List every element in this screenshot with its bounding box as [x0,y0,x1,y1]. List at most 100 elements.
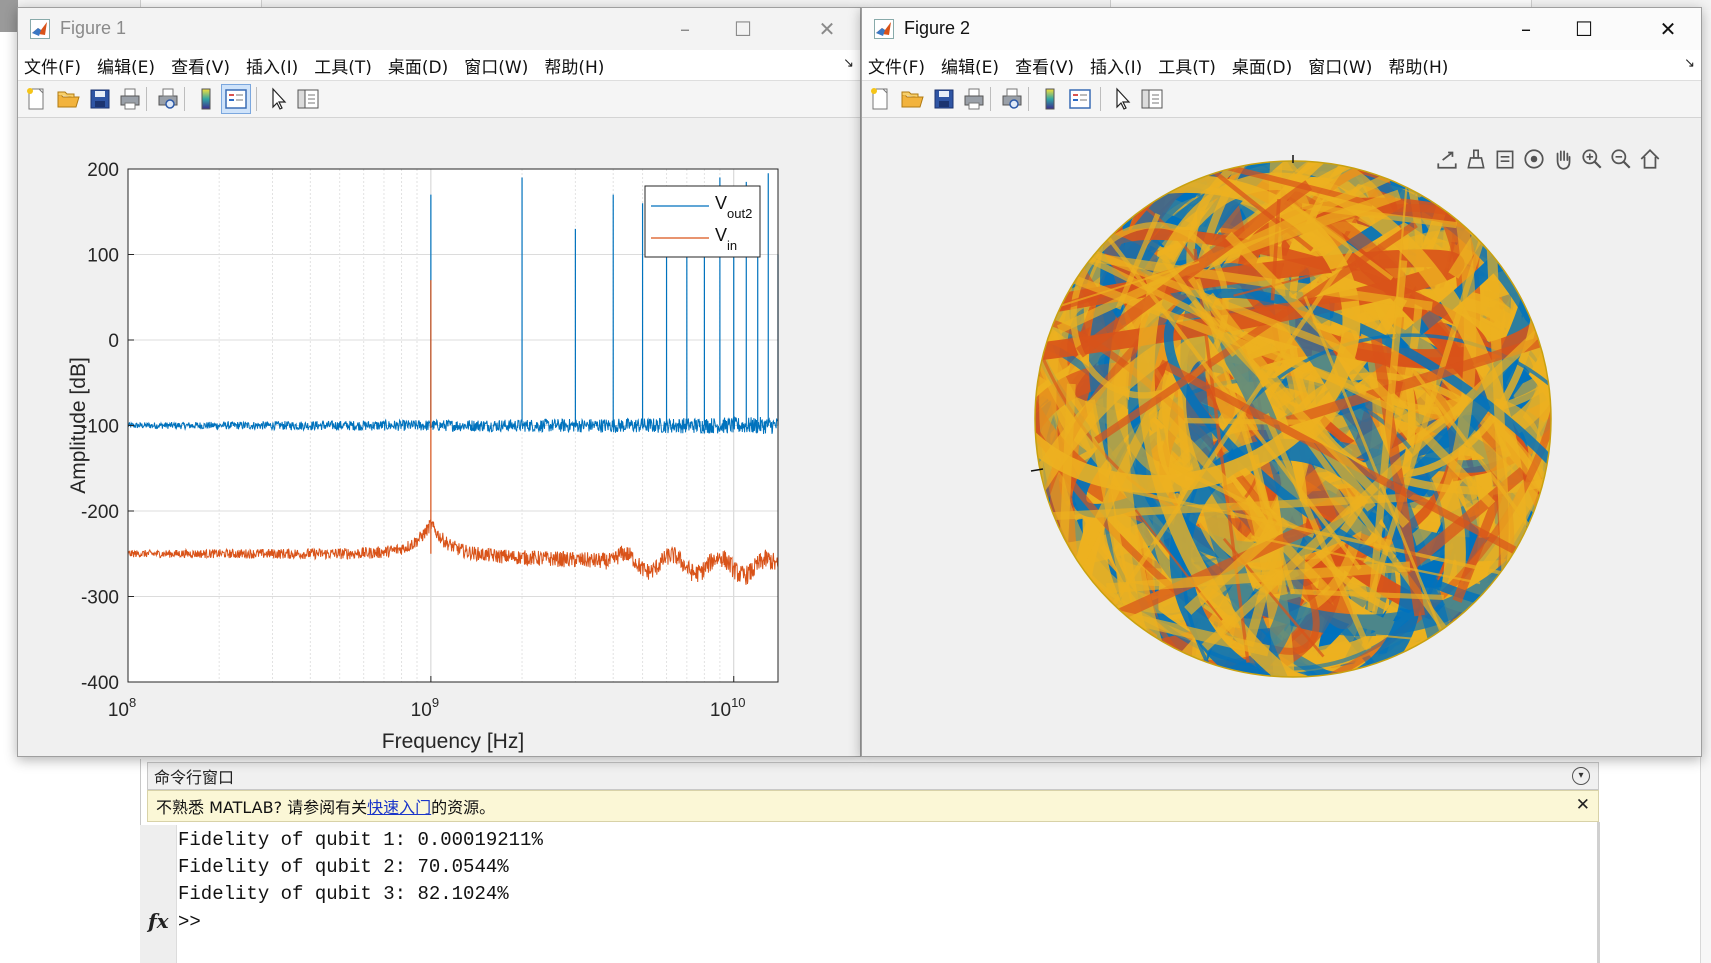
matlab-logo-icon [874,19,894,39]
output-line: Fidelity of qubit 1: 0.00019211% [178,829,543,851]
quick-start-link[interactable]: 快速入门 [367,794,431,818]
figure-2-window[interactable]: Figure 2 – ☐ ✕ 文件(F) 编辑(E) 查看(V) 插入(I) 工… [861,7,1702,757]
command-window-title-bar[interactable]: 命令行窗口 ▾ [147,762,1599,790]
menu-edit[interactable]: 编辑(E) [97,53,155,78]
y-tick-label: 100 [87,246,119,267]
zoom-in-icon[interactable] [1582,149,1602,169]
trajectory-stroke [1184,417,1306,426]
insert-legend-icon[interactable] [221,84,251,114]
menu-tools[interactable]: 工具(T) [314,53,372,78]
toolbar-separator [146,87,147,111]
show-plot-tools-icon[interactable] [1138,85,1166,113]
minimize-icon[interactable]: – [672,16,698,42]
show-plot-tools-icon[interactable] [294,85,322,113]
minimize-icon[interactable]: – [1513,16,1539,42]
menu-desktop[interactable]: 桌面(D) [1232,53,1292,78]
open-file-icon[interactable] [898,85,926,113]
figure-1-canvas: 200 100 0 -100 -200 -300 -400 108 109 1010 Frequen… [18,119,860,756]
edit-plot-arrow-icon[interactable] [264,85,292,113]
window-title: Figure 2 [904,18,971,38]
insert-colorbar-icon[interactable] [192,85,220,113]
figure-toolbar [862,81,1701,118]
maximize-icon[interactable]: ☐ [730,16,756,42]
title-bar[interactable]: Figure 1 – ☐ ✕ [18,8,860,50]
figure-2-canvas [862,119,1701,756]
export-icon[interactable] [1437,151,1457,169]
menu-help[interactable]: 帮助(H) [544,53,604,78]
command-gutter [140,825,177,963]
x-tick-label: 109 [411,695,439,721]
insert-legend-icon[interactable] [1066,85,1094,113]
edit-plot-arrow-icon[interactable] [1108,85,1136,113]
getting-started-banner: 不熟悉 MATLAB? 请参阅有关 快速入门 的资源。 ✕ [147,790,1599,822]
zoom-out-icon[interactable] [1611,149,1631,169]
menu-insert[interactable]: 插入(I) [1090,53,1142,78]
menu-view[interactable]: 查看(V) [1015,53,1074,78]
new-figure-icon[interactable] [22,85,50,113]
function-browser-icon[interactable]: fx [148,909,169,933]
insert-colorbar-icon[interactable] [1036,85,1064,113]
legend-box [644,185,761,258]
toolbar-separator [990,87,991,111]
x-tick-label: 1010 [710,695,746,721]
maximize-icon[interactable]: ☐ [1571,16,1597,42]
figure-toolbar [18,81,860,118]
pan-hand-icon[interactable] [1556,150,1571,170]
new-figure-icon[interactable] [866,85,894,113]
print-preview-icon[interactable] [154,85,182,113]
command-prompt[interactable]: >> [178,911,201,933]
menu-insert[interactable]: 插入(I) [246,53,298,78]
figure-1-window[interactable]: Figure 1 – ☐ ✕ 文件(F) 编辑(E) 查看(V) 插入(I) 工… [17,7,861,757]
y-tick-label: -400 [81,673,119,694]
close-icon[interactable]: ✕ [814,16,840,42]
open-file-icon[interactable] [54,85,82,113]
toolbar-separator [184,87,185,111]
window-title: Figure 1 [60,18,127,38]
save-icon[interactable] [86,85,114,113]
home-icon[interactable] [1640,149,1660,169]
menu-bar: 文件(F) 编辑(E) 查看(V) 插入(I) 工具(T) 桌面(D) 窗口(W… [18,50,860,81]
legend[interactable]: Vout2Vin [644,185,761,258]
banner-suffix: 的资源。 [431,798,496,817]
banner-text: 不熟悉 MATLAB? 请参阅有关 [156,798,368,817]
scrollbar[interactable] [1597,822,1600,963]
title-bar[interactable]: Figure 2 – ☐ ✕ [862,8,1701,50]
close-icon[interactable]: ✕ [1655,16,1681,42]
brush-icon[interactable] [1467,149,1485,169]
menu-help[interactable]: 帮助(H) [1388,53,1448,78]
menu-window[interactable]: 窗口(W) [464,53,528,78]
bloch-sphere-plot [862,119,1699,755]
print-preview-icon[interactable] [998,85,1026,113]
menu-file[interactable]: 文件(F) [24,53,81,78]
output-line: Fidelity of qubit 3: 82.1024% [178,883,509,905]
menu-window[interactable]: 窗口(W) [1308,53,1372,78]
menu-edit[interactable]: 编辑(E) [941,53,999,78]
dock-arrow-icon[interactable]: ↘ [843,56,854,71]
menu-tools[interactable]: 工具(T) [1158,53,1216,78]
print-icon[interactable] [960,85,988,113]
menu-desktop[interactable]: 桌面(D) [388,53,448,78]
menu-bar: 文件(F) 编辑(E) 查看(V) 插入(I) 工具(T) 桌面(D) 窗口(W… [862,50,1701,81]
toolbar-separator [1028,87,1029,111]
matlab-logo-icon [30,19,50,39]
axes-toolbar [1437,149,1660,170]
output-line: Fidelity of qubit 2: 70.0544% [178,856,509,878]
dock-arrow-icon[interactable]: ↘ [1684,56,1695,71]
y-tick-label: -300 [81,588,119,609]
save-icon[interactable] [930,85,958,113]
print-icon[interactable] [116,85,144,113]
y-tick-label: -200 [81,502,119,523]
y-tick-label: 0 [108,331,119,352]
rotate-3d-icon[interactable] [1524,149,1544,169]
close-icon[interactable]: ✕ [1576,795,1590,815]
data-tips-icon[interactable] [1496,150,1514,169]
menu-view[interactable]: 查看(V) [171,53,230,78]
bloch-sphere[interactable] [862,119,1699,755]
panel-menu-icon[interactable]: ▾ [1572,767,1590,785]
menu-file[interactable]: 文件(F) [868,53,925,78]
desktop-edge [0,0,18,32]
spectrum-chart: 2001000-100-200-300-400108 109 1010Frequen… [67,160,779,753]
x-axis-label: Frequency [Hz] [382,730,524,753]
toolbar-separator [1100,87,1101,111]
toolbar-separator [256,87,257,111]
